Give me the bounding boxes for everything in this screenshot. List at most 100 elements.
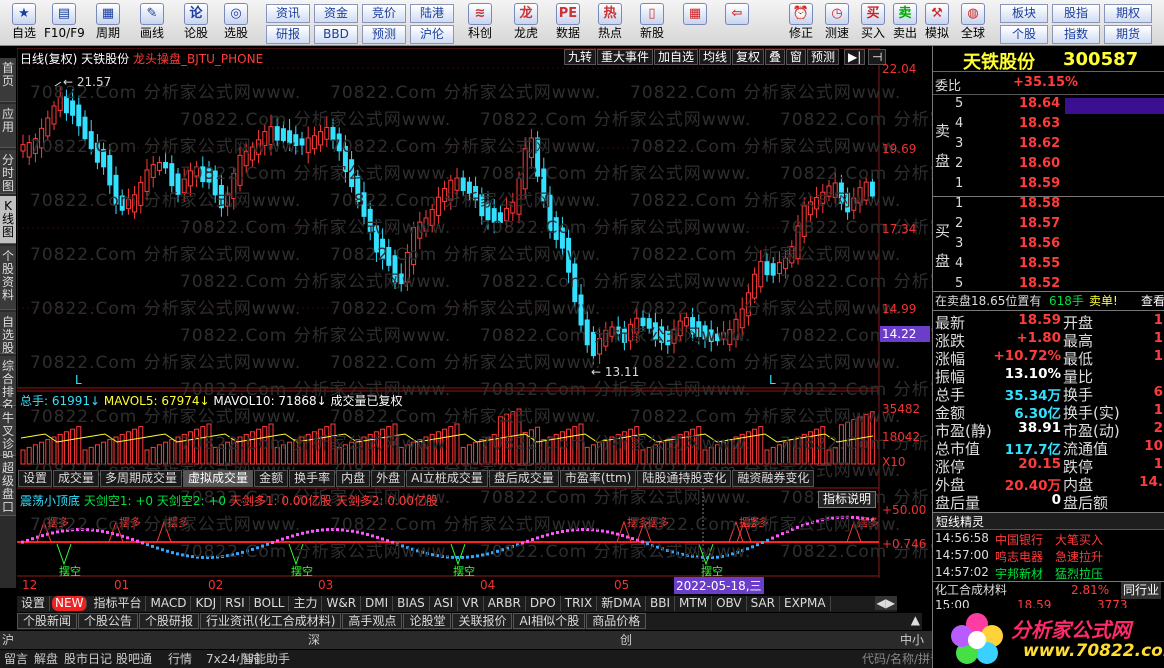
quick-button[interactable]: BBD <box>314 25 358 44</box>
collapse-icon[interactable]: ▲ <box>911 613 920 627</box>
chart-tab[interactable]: 加自选 <box>654 49 699 65</box>
indicator-tab[interactable]: BOLL <box>250 596 290 611</box>
sprite-title[interactable]: 短线精灵 <box>933 512 1164 530</box>
indicator-tab[interactable]: DMI <box>361 596 394 611</box>
function-item[interactable]: 智能助手 <box>242 650 290 668</box>
volume-sub-tab[interactable]: 虚拟成交量 <box>183 470 254 487</box>
quick-button[interactable]: 板块 <box>1000 4 1048 23</box>
volume-sub-tab[interactable]: 外盘 <box>371 470 406 487</box>
toolbar-app-button[interactable]: 热热点 <box>590 2 630 44</box>
news-tab[interactable]: 行业资讯(化工合成材料) <box>200 613 342 629</box>
bid-row[interactable]: 4 18.55 <box>933 256 1164 276</box>
news-tab[interactable]: 个股新闻 <box>17 613 78 629</box>
indicator-tab[interactable]: KDJ <box>191 596 222 611</box>
volume-sub-tab[interactable]: 市盈率(ttm) <box>559 470 637 487</box>
market-status-item[interactable]: 中小 <box>900 631 924 649</box>
industry-button[interactable]: 同行业 <box>1121 582 1162 599</box>
scroll-right-icon[interactable]: ▶| <box>844 49 866 65</box>
toolbar-pen-button[interactable]: ✎ 画线 <box>132 2 172 44</box>
indicator-tab[interactable]: BBI <box>646 596 676 611</box>
left-tab[interactable]: 自选股 <box>0 312 16 355</box>
indicator-tab[interactable]: NEW <box>52 596 88 611</box>
indicator-tab[interactable]: ARBR <box>484 596 526 611</box>
chart-tab[interactable]: 九转 <box>564 49 597 65</box>
news-tab[interactable]: 个股研报 <box>139 613 200 629</box>
toolbar-stock-select-button[interactable]: ◎ 选股 <box>216 2 256 44</box>
chart-tab[interactable]: 预测 <box>807 49 840 65</box>
left-tab[interactable]: 超级盘口 <box>0 458 16 516</box>
bid-row[interactable]: 3 18.56 <box>933 236 1164 256</box>
toolbar-app-button[interactable]: PE 数据 <box>548 2 588 44</box>
left-tab[interactable]: 个股资料 <box>0 246 16 310</box>
quick-button[interactable]: 沪伦 <box>410 25 454 44</box>
volume-sub-tab[interactable]: 盘后成交量 <box>488 470 559 487</box>
toolbar-forum-button[interactable]: 论论股 <box>176 2 216 44</box>
chart-tab[interactable]: 均线 <box>699 49 732 65</box>
quick-button[interactable]: 资金 <box>314 4 358 23</box>
news-tab[interactable]: 高手观点 <box>342 613 403 629</box>
news-tab[interactable]: 商品价格 <box>586 613 647 629</box>
volume-sub-tab[interactable]: 设置 <box>18 470 53 487</box>
indicator-tab[interactable]: W&R <box>322 596 362 611</box>
indicator-tab[interactable]: OBV <box>712 596 747 611</box>
function-item[interactable]: 代码/名称/拼音 <box>862 650 942 668</box>
toolbar-f10-button[interactable]: ▤ F10/F9 <box>44 2 85 44</box>
toolbar-star-button[interactable]: ★ 自选 <box>4 2 44 44</box>
ask-row[interactable]: 4 18.63 <box>933 116 1164 136</box>
quick-button[interactable]: 期货 <box>1104 25 1152 44</box>
news-tab[interactable]: 个股公告 <box>78 613 139 629</box>
indicator-tab[interactable]: ASI <box>430 596 459 611</box>
order-alert[interactable]: 在卖盘18.65位置有 618手 卖单! 查看 <box>933 291 1164 311</box>
market-status-item[interactable]: 创 <box>620 631 632 649</box>
volume-sub-tab[interactable]: AI立桩成交量 <box>406 470 488 487</box>
ask-row[interactable]: 1 18.59 <box>933 176 1164 196</box>
left-tab[interactable]: 牛叉诊股 <box>0 408 16 464</box>
toolbar-action-button[interactable]: ⏰ 修正 <box>784 2 818 44</box>
toolbar-app-button[interactable]: ≋ 科创 <box>460 2 500 44</box>
quick-button[interactable]: 指数 <box>1052 25 1100 44</box>
toolbar-app-button[interactable]: ▯ 新股 <box>632 2 672 44</box>
chart-tab[interactable]: 重大事件 <box>597 49 654 65</box>
quick-button[interactable]: 个股 <box>1000 25 1048 44</box>
volume-sub-tab[interactable]: 多周期成交量 <box>100 470 183 487</box>
quick-button[interactable]: 竞价 <box>362 4 406 23</box>
function-item[interactable]: 解盘 <box>34 650 58 668</box>
toolbar-action-button[interactable]: ◍ 全球 <box>956 2 990 44</box>
volume-sub-tab[interactable]: 融资融券变化 <box>732 470 815 487</box>
indicator-tab[interactable]: BIAS <box>393 596 430 611</box>
function-item[interactable]: 行情 <box>168 650 192 668</box>
toolbar-calendar-button[interactable]: ▦ 周期 <box>88 2 128 44</box>
volume-sub-tab[interactable]: 金额 <box>254 470 289 487</box>
indicator-tab[interactable]: 设置 <box>17 596 51 611</box>
function-item[interactable]: 股市日记 <box>64 650 112 668</box>
chart-tab[interactable]: 窗 <box>786 49 807 65</box>
indicator-tab[interactable]: MTM <box>675 596 713 611</box>
news-tab[interactable]: 论股堂 <box>403 613 452 629</box>
chart-tab[interactable]: 叠 <box>765 49 786 65</box>
quick-button[interactable]: 股指 <box>1052 4 1100 23</box>
toolbar-action-button[interactable]: ▦ <box>678 2 712 44</box>
formula-name[interactable]: 龙头操盘_BJTU_PHONE <box>133 52 263 66</box>
indicator-tab[interactable]: MACD <box>146 596 192 611</box>
ask-row[interactable]: 5 18.64 <box>933 96 1164 116</box>
quick-button[interactable]: 资讯 <box>266 4 310 23</box>
news-tab[interactable]: AI相似个股 <box>513 613 586 629</box>
indicator-tab[interactable]: DPO <box>526 596 561 611</box>
toolbar-app-button[interactable]: 龙龙虎 <box>506 2 546 44</box>
market-status-item[interactable]: 沪 <box>2 631 14 649</box>
toolbar-action-button[interactable]: 买买入 <box>856 2 890 44</box>
quick-button[interactable]: 研报 <box>266 25 310 44</box>
left-tab[interactable]: 综合排名 <box>0 356 16 412</box>
quick-button[interactable]: 期权 <box>1104 4 1152 23</box>
indicator-tab[interactable]: SAR <box>747 596 780 611</box>
quick-button[interactable]: 陆港 <box>410 4 454 23</box>
bid-row[interactable]: 1 18.58 <box>933 196 1164 216</box>
left-tab[interactable]: K线图 <box>0 196 16 244</box>
order-alert-link[interactable]: 查看 <box>1141 292 1164 310</box>
indicator-tab[interactable]: 主力 <box>289 596 323 611</box>
indicator-tab[interactable]: 新DMA <box>597 596 646 611</box>
ask-row[interactable]: 3 18.62 <box>933 136 1164 156</box>
volume-sub-tab[interactable]: 换手率 <box>289 470 336 487</box>
indicator-tab[interactable]: VR <box>458 596 484 611</box>
indicator-tab[interactable]: EXPMA <box>780 596 831 611</box>
